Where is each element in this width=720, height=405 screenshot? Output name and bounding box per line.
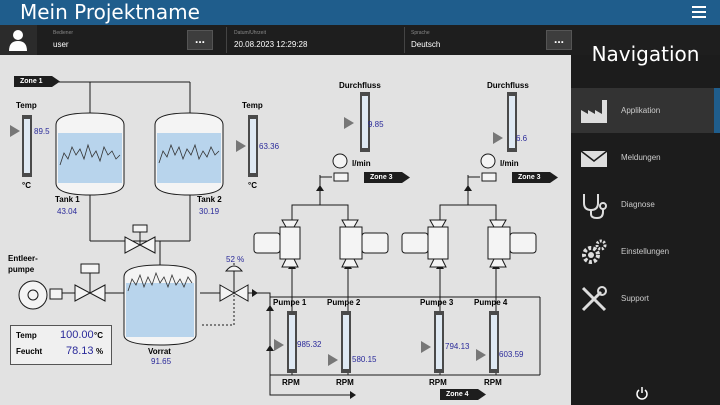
nav-item-einstellungen[interactable]: Einstellungen: [571, 229, 720, 274]
temp-right-label: Temp: [242, 101, 263, 110]
temp-right-value: 63.36: [259, 142, 280, 151]
climate-temp-label: Temp: [16, 331, 37, 340]
flow-1-value: 9.85: [368, 120, 384, 129]
pump-3-unit: RPM: [429, 378, 447, 387]
drain-pump-label-2: pumpe: [8, 265, 35, 274]
power-icon[interactable]: [635, 386, 649, 400]
temp-left-value: 89.5: [34, 127, 50, 136]
vorrat-value: 91.65: [151, 357, 172, 366]
climate-humid-unit: %: [96, 347, 104, 356]
pump-2-unit: RPM: [336, 378, 354, 387]
flow-2-label: Durchfluss: [487, 81, 529, 90]
climate-temp-unit: °C: [94, 331, 103, 340]
pump-4-unit: RPM: [484, 378, 502, 387]
tank-1-label: Tank 1: [55, 195, 80, 204]
flow-1-label: Durchfluss: [339, 81, 381, 90]
zone-3-tag-a[interactable]: Zone 3: [364, 172, 410, 183]
nav-item-diagnose[interactable]: Diagnose: [571, 182, 720, 227]
pump-2-label: Pumpe 2: [327, 298, 361, 307]
temp-left-unit: °C: [22, 181, 31, 190]
temp-right-unit: °C: [248, 181, 257, 190]
pump-2-value: 580.15: [352, 355, 377, 364]
pump-4-value: 603.59: [499, 350, 524, 359]
flow-1-unit: l/min: [352, 159, 371, 168]
climate-humid-label: Feucht: [16, 347, 43, 356]
valve-percent: 52 %: [226, 255, 245, 264]
tank-1-value: 43.04: [57, 207, 78, 216]
nav-item-applikation[interactable]: Applikation: [571, 88, 720, 133]
nav-item-meldungen[interactable]: Meldungen: [571, 135, 720, 180]
nav-item-support[interactable]: Support: [571, 276, 720, 321]
climate-temp-value: 100.00: [60, 329, 94, 341]
gears-icon: [579, 237, 609, 267]
drain-pump-label-1: Entleer-: [8, 254, 38, 263]
zone-4-tag[interactable]: Zone 4: [440, 389, 486, 400]
pump-1-unit: RPM: [282, 378, 300, 387]
pump-4-label: Pumpe 4: [474, 298, 508, 307]
active-indicator: [714, 88, 720, 133]
envelope-icon: [579, 143, 609, 173]
stethoscope-icon: [579, 190, 609, 220]
vorrat-label: Vorrat: [148, 347, 171, 356]
pump-3-label: Pumpe 3: [420, 298, 454, 307]
pump-1-value: 985.32: [297, 340, 322, 349]
flow-2-value: 6.6: [516, 134, 528, 143]
factory-icon: [579, 96, 609, 126]
menu-icon[interactable]: [692, 6, 706, 18]
temp-left-label: Temp: [16, 101, 37, 110]
tank-2-label: Tank 2: [197, 195, 222, 204]
zone-3-tag-b[interactable]: Zone 3: [512, 172, 558, 183]
flow-2-unit: l/min: [500, 159, 519, 168]
navigation-title: Navigation: [591, 42, 700, 66]
zone-1-tag[interactable]: Zone 1: [14, 76, 60, 87]
tools-icon: [579, 284, 609, 314]
climate-humid-value: 78.13: [66, 345, 94, 357]
pump-1-label: Pumpe 1: [273, 298, 307, 307]
pump-3-value: 794.13: [445, 342, 470, 351]
tank-2-value: 30.19: [199, 207, 220, 216]
